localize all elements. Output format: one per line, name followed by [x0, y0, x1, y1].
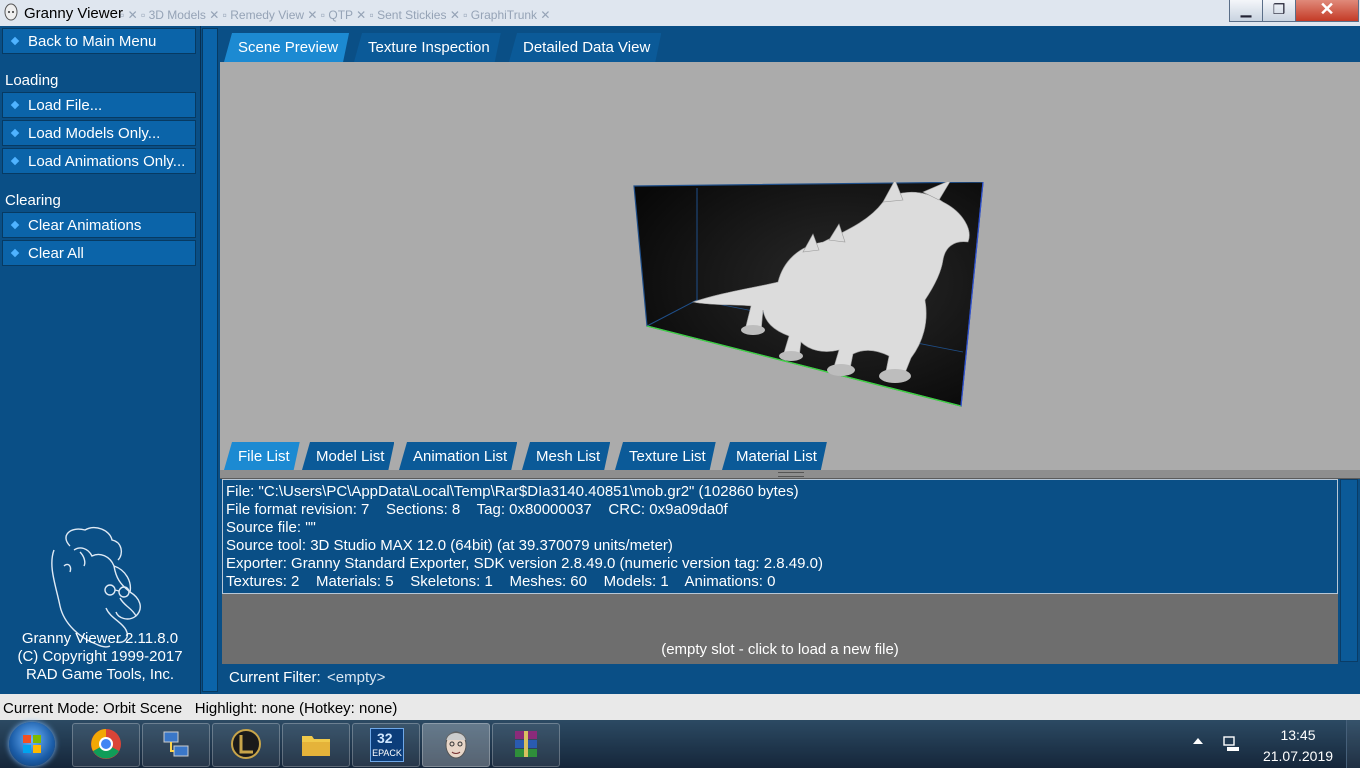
- tab-scene-preview[interactable]: Scene Preview: [224, 33, 349, 62]
- file-path-line: File: "C:\Users\PC\AppData\Local\Temp\Ra…: [226, 483, 799, 500]
- scene-render[interactable]: [633, 182, 988, 408]
- epack-icon: 32 EPACK: [370, 728, 404, 762]
- panel-splitter[interactable]: [220, 470, 1360, 479]
- taskbar-epack[interactable]: 32 EPACK: [352, 723, 420, 767]
- source-file-line: Source file: "": [226, 519, 316, 536]
- close-button[interactable]: ✕: [1295, 0, 1359, 22]
- load-file-label: Load File...: [28, 97, 103, 114]
- diamond-bullet-icon: [10, 128, 20, 138]
- file-format-line: File format revision: 7 Sections: 8 Tag:…: [226, 501, 728, 518]
- windows-logo-icon: [23, 735, 41, 753]
- version-text: Granny Viewer 2.11.8.0: [21, 630, 179, 647]
- tab-material-list[interactable]: Material List: [722, 442, 827, 470]
- tab-texture-inspection[interactable]: Texture Inspection: [354, 33, 501, 62]
- taskbar-granny-viewer[interactable]: [422, 723, 490, 767]
- scene-viewport[interactable]: [220, 62, 1360, 442]
- background-browser-tabs: ▫ ✕ ▫ 3D Models ✕ ▫ Remedy View ✕ ▫ QTP …: [120, 8, 551, 22]
- load-models-only-label: Load Models Only...: [28, 125, 161, 142]
- taskbar-winrar[interactable]: [492, 723, 560, 767]
- grip-handle-icon[interactable]: [778, 472, 804, 477]
- taskbar-league[interactable]: [212, 723, 280, 767]
- taskbar: 32 EPACK: [0, 720, 1360, 768]
- clearing-header: Clearing: [5, 192, 61, 209]
- tab-detailed-data-view[interactable]: Detailed Data View: [509, 33, 661, 62]
- back-to-main-menu-button[interactable]: Back to Main Menu: [2, 28, 196, 54]
- clear-animations-label: Clear Animations: [28, 217, 142, 234]
- list-tab-bar: File List Model List Animation List Mesh…: [220, 442, 1360, 470]
- exporter-line: Exporter: Granny Standard Exporter, SDK …: [226, 555, 823, 572]
- load-file-button[interactable]: Load File...: [2, 92, 196, 118]
- taskbar-file-explorer[interactable]: [282, 723, 350, 767]
- counts-line: Textures: 2 Materials: 5 Skeletons: 1 Me…: [226, 573, 776, 590]
- empty-slot-text: (empty slot - click to load a new file): [661, 641, 899, 658]
- filter-bar: Current Filter: <empty>: [220, 664, 1360, 692]
- load-animations-only-label: Load Animations Only...: [28, 153, 186, 170]
- file-explorer-icon: [302, 736, 330, 756]
- show-desktop-button[interactable]: [1346, 720, 1360, 768]
- clock-date[interactable]: 21.07.2019: [1260, 748, 1336, 764]
- window-title: Granny Viewer: [24, 5, 123, 22]
- filter-value[interactable]: <empty>: [327, 669, 385, 686]
- chrome-icon: [91, 729, 121, 759]
- minimize-button[interactable]: ▁: [1229, 0, 1263, 22]
- maximize-button[interactable]: ❐: [1262, 0, 1296, 22]
- status-text: Current Mode: Orbit Scene Highlight: non…: [3, 700, 398, 717]
- source-tool-line: Source tool: 3D Studio MAX 12.0 (64bit) …: [226, 537, 673, 554]
- tab-file-list[interactable]: File List: [224, 442, 300, 470]
- tab-mesh-list[interactable]: Mesh List: [522, 442, 610, 470]
- sidebar-splitter[interactable]: [202, 28, 218, 692]
- clear-all-label: Clear All: [28, 245, 84, 262]
- epack-number: 32: [377, 730, 393, 746]
- company-text: RAD Game Tools, Inc.: [25, 666, 175, 683]
- diamond-bullet-icon: [10, 100, 20, 110]
- load-animations-only-button[interactable]: Load Animations Only...: [2, 148, 196, 174]
- show-hidden-icons-icon[interactable]: [1193, 738, 1203, 744]
- network-tool-icon: [163, 731, 189, 757]
- file-list-scrollbar[interactable]: [1340, 479, 1358, 662]
- taskbar-network-tool[interactable]: [142, 723, 210, 767]
- load-models-only-button[interactable]: Load Models Only...: [2, 120, 196, 146]
- close-icon: ✕: [1319, 0, 1335, 19]
- tab-model-list[interactable]: Model List: [302, 442, 394, 470]
- loading-header: Loading: [5, 72, 59, 89]
- diamond-bullet-icon: [10, 248, 20, 258]
- granny-app-icon: [4, 3, 18, 21]
- empty-file-slot[interactable]: (empty slot - click to load a new file): [222, 594, 1338, 664]
- clear-all-button[interactable]: Clear All: [2, 240, 196, 266]
- league-icon: [231, 729, 261, 759]
- winrar-icon: [515, 731, 537, 757]
- clear-animations-button[interactable]: Clear Animations: [2, 212, 196, 238]
- status-bar: Current Mode: Orbit Scene Highlight: non…: [0, 694, 1360, 720]
- copyright-text: (C) Copyright 1999-2017: [17, 648, 183, 665]
- diamond-bullet-icon: [10, 36, 20, 46]
- tab-animation-list[interactable]: Animation List: [399, 442, 517, 470]
- network-status-icon[interactable]: [1222, 735, 1240, 753]
- restore-icon: ❐: [1272, 1, 1286, 17]
- filter-label: Current Filter:: [229, 669, 321, 686]
- clock-time[interactable]: 13:45: [1260, 727, 1336, 743]
- epack-label: EPACK: [372, 748, 402, 758]
- main-tab-bar: Scene Preview Texture Inspection Detaile…: [220, 28, 1360, 62]
- back-to-main-menu-label: Back to Main Menu: [28, 33, 157, 50]
- file-list-item[interactable]: File: "C:\Users\PC\AppData\Local\Temp\Ra…: [222, 479, 1338, 594]
- diamond-bullet-icon: [10, 220, 20, 230]
- minimize-icon: ▁: [1240, 1, 1252, 17]
- sidebar: Back to Main Menu Loading Load File... L…: [0, 26, 201, 694]
- window-title-bar[interactable]: Granny Viewer ▫ ✕ ▫ 3D Models ✕ ▫ Remedy…: [0, 0, 1360, 26]
- diamond-bullet-icon: [10, 156, 20, 166]
- tab-texture-list[interactable]: Texture List: [615, 442, 716, 470]
- start-button[interactable]: [9, 722, 55, 766]
- taskbar-chrome[interactable]: [72, 723, 140, 767]
- granny-viewer-icon: [445, 731, 467, 759]
